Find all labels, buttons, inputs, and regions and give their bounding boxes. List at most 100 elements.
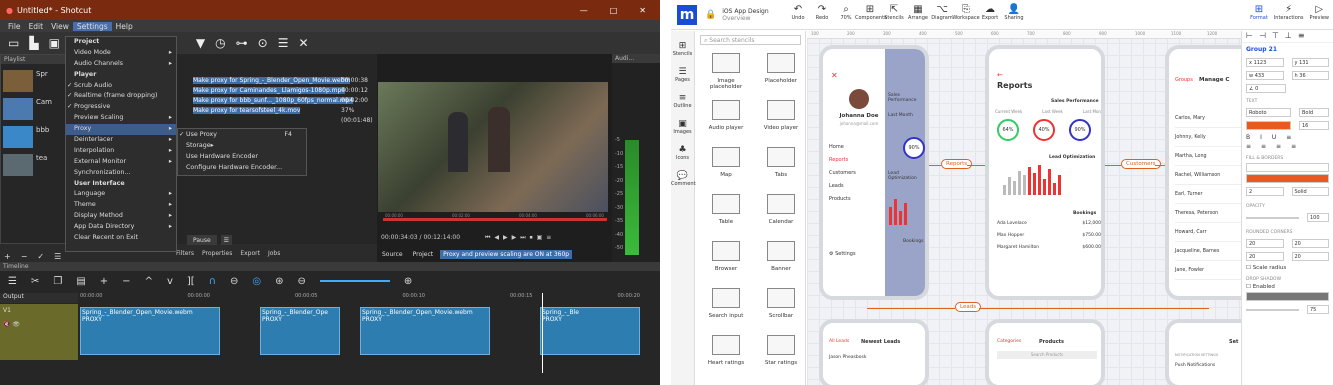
phone-reports-screen[interactable]: ← Reports Sales Performance Current Week… bbox=[985, 45, 1105, 300]
settings-menu-item[interactable]: User Interface bbox=[66, 179, 176, 190]
menu-edit[interactable]: Edit bbox=[25, 22, 48, 31]
record-icon[interactable]: ⊙ bbox=[258, 36, 268, 50]
timer-icon[interactable]: ◷ bbox=[215, 36, 225, 50]
tab-export[interactable]: Export bbox=[240, 250, 260, 257]
split-icon[interactable]: ][ bbox=[187, 276, 195, 287]
sidebar-item-pages[interactable]: ☰ Pages bbox=[671, 67, 694, 83]
stencil-item[interactable]: Calendar bbox=[756, 194, 806, 234]
categories-link[interactable]: Categories bbox=[997, 339, 1021, 344]
menu-settings[interactable]: ⚙ Settings bbox=[829, 251, 856, 257]
zoom-out-icon[interactable]: ⊖ bbox=[298, 276, 306, 287]
settings-menu-item[interactable]: Preview Scaling ▸ bbox=[66, 113, 176, 124]
height-field[interactable]: h 36 bbox=[1291, 71, 1329, 80]
pause-button[interactable]: Pause bbox=[187, 235, 217, 245]
settings-menu-item[interactable]: Display Method ▸ bbox=[66, 211, 176, 222]
phone-products-screen[interactable]: Categories Products Search Products bbox=[985, 319, 1105, 385]
lift-icon[interactable]: ^ bbox=[145, 276, 153, 287]
v1-track-header[interactable]: V1 🔇 👁 bbox=[0, 304, 78, 360]
menu-item[interactable]: Products bbox=[829, 193, 885, 206]
minimize-icon[interactable]: — bbox=[580, 6, 588, 15]
settings-menu-item[interactable]: App Data Directory ▸ bbox=[66, 222, 176, 233]
stencil-item[interactable]: Map bbox=[701, 147, 751, 187]
job-row[interactable]: Make proxy for Spring_-_Blender_Open_Mov… bbox=[185, 76, 377, 86]
scrub-icon[interactable]: ⊖ bbox=[230, 276, 238, 287]
opacity-field[interactable]: 100 bbox=[1307, 213, 1329, 222]
lock-icon[interactable]: 🔒 bbox=[705, 10, 716, 20]
settings-menu-item[interactable]: Clear Recent on Exit bbox=[66, 233, 176, 244]
design-canvas[interactable]: Sales Performance Last Month 90% Lead Opt… bbox=[807, 31, 1255, 385]
settings-menu-item[interactable]: Progressive ✓ bbox=[66, 102, 176, 113]
tab-interactions[interactable]: ⚡ Interactions bbox=[1274, 4, 1304, 21]
shadow-field[interactable]: 75 bbox=[1307, 305, 1329, 314]
menu-item[interactable]: Customers bbox=[829, 167, 885, 180]
playlist-item[interactable]: tea bbox=[3, 154, 67, 176]
settings-menu-item[interactable]: Project bbox=[66, 37, 176, 48]
moqups-logo[interactable]: m bbox=[677, 4, 697, 25]
stencil-item[interactable]: Table bbox=[701, 194, 751, 234]
border-color[interactable] bbox=[1246, 174, 1329, 183]
phone-menu-screen[interactable]: Sales Performance Last Month 90% Lead Opt… bbox=[819, 45, 929, 300]
close-icon[interactable]: ✕ bbox=[639, 6, 646, 15]
menu-item[interactable]: Leads bbox=[829, 180, 885, 193]
tab-properties[interactable]: Properties bbox=[202, 250, 232, 257]
settings-menu-item[interactable]: Synchronization... bbox=[66, 168, 176, 179]
menu-settings[interactable]: Settings bbox=[72, 21, 112, 31]
timeline-clip[interactable]: Spring_-_Blender_Open_Movie.webm PROXY bbox=[360, 307, 490, 355]
timecode[interactable]: 00:00:34:03 / 00:12:14:00 bbox=[381, 234, 460, 241]
phone-leads-screen[interactable]: All Leads Newest Leads Jason Pheasbosk bbox=[819, 319, 929, 385]
playlist-item[interactable]: Cam bbox=[3, 98, 67, 120]
flow-label-leads[interactable]: Leads bbox=[955, 302, 982, 312]
flow-label-customers[interactable]: Customers bbox=[1121, 159, 1161, 169]
flow-label-reports[interactable]: Reports bbox=[941, 159, 973, 169]
project-tab[interactable]: Project bbox=[410, 250, 437, 259]
stack-icon[interactable]: ☰ bbox=[278, 36, 289, 50]
maximize-icon[interactable]: □ bbox=[610, 6, 618, 15]
stencil-item[interactable]: Scrollbar bbox=[756, 288, 806, 328]
zoom-slider[interactable] bbox=[319, 280, 390, 282]
open-icon[interactable]: ▭ bbox=[8, 36, 19, 50]
tab-preview[interactable]: ▷ Preview bbox=[1310, 4, 1329, 21]
stencil-item[interactable]: Placeholder bbox=[756, 53, 806, 93]
zoom-in-icon[interactable]: ⊕ bbox=[404, 276, 412, 287]
ripple-all-icon[interactable]: ⊛ bbox=[275, 276, 283, 287]
corner-field[interactable]: 20 bbox=[1246, 252, 1284, 261]
stencil-item[interactable]: Banner bbox=[756, 241, 806, 281]
job-row[interactable]: Make proxy for tearsofsteel_4k.mov 37% (0… bbox=[185, 106, 377, 124]
proxy-menu-item[interactable]: Configure Hardware Encoder... bbox=[178, 162, 306, 173]
text-style-buttons[interactable]: BIU≡ bbox=[1246, 134, 1329, 141]
corner-field[interactable]: 20 bbox=[1291, 239, 1329, 248]
expand-icon[interactable]: ✕ bbox=[298, 36, 308, 50]
sharing-button[interactable]: 👤 Sharing bbox=[999, 4, 1029, 21]
align-toolbar[interactable]: ⊢⊣⊤⊥≡ bbox=[1242, 31, 1333, 43]
settings-menu-item[interactable]: Player bbox=[66, 70, 176, 81]
stencil-item[interactable]: Audio player bbox=[701, 100, 751, 140]
booking-row[interactable]: Ada Lovelace $12,000 bbox=[997, 221, 1101, 233]
border-style[interactable]: Solid bbox=[1291, 187, 1329, 196]
back-icon[interactable]: ← bbox=[997, 71, 1003, 79]
stencil-item[interactable]: Tabs bbox=[756, 147, 806, 187]
fill-color[interactable] bbox=[1246, 163, 1329, 172]
job-row[interactable]: Make proxy for Caminandes_ Llamigos-1080… bbox=[185, 86, 377, 96]
sidebar-item-outline[interactable]: ≡ Outline bbox=[671, 93, 694, 109]
snap-icon[interactable]: ∩ bbox=[209, 276, 216, 287]
opacity-slider[interactable] bbox=[1246, 216, 1299, 219]
shadow-enabled-checkbox[interactable]: ☐ Enabled bbox=[1246, 284, 1329, 290]
playhead[interactable] bbox=[542, 293, 543, 373]
booking-row[interactable]: Margaret Hamilton $600.00 bbox=[997, 245, 1101, 257]
list-icon[interactable]: ☰ bbox=[54, 252, 61, 262]
menu-item[interactable]: Home bbox=[829, 141, 885, 154]
timeline-clip[interactable]: Spring_-_Blender_Open_Movie.webm PROXY bbox=[80, 307, 220, 355]
playlist-item[interactable]: bbb bbox=[3, 126, 67, 148]
stencil-item[interactable]: Image placeholder bbox=[701, 53, 751, 93]
stencil-item[interactable]: Search input bbox=[701, 288, 751, 328]
copy-icon[interactable]: ❐ bbox=[53, 276, 62, 287]
cut-icon[interactable]: ✂ bbox=[31, 276, 39, 287]
player-scrubber[interactable] bbox=[383, 218, 607, 221]
source-tab[interactable]: Source bbox=[379, 250, 406, 259]
back-link[interactable]: All Leads bbox=[829, 339, 849, 344]
stencil-item[interactable]: Video player bbox=[756, 100, 806, 140]
save-icon[interactable]: ▣ bbox=[49, 36, 60, 50]
keyframes-icon[interactable]: ⊶ bbox=[236, 36, 248, 50]
proxy-menu-item[interactable]: Storage▸ bbox=[178, 140, 306, 151]
settings-menu-item[interactable]: Proxy ▸ bbox=[66, 124, 176, 136]
